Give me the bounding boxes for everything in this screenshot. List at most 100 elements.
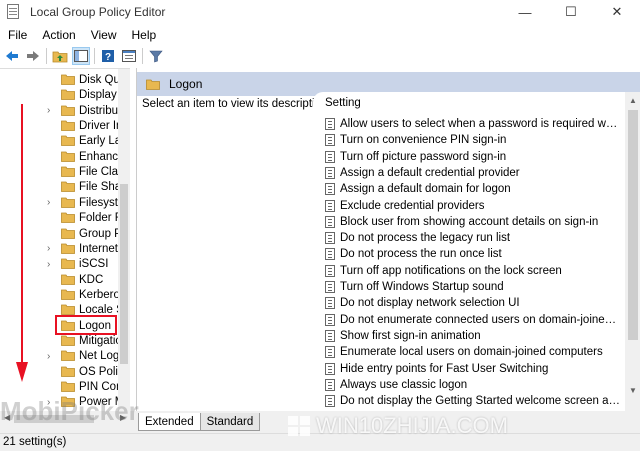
toolbar: ? — [0, 45, 640, 67]
maximize-button[interactable]: ☐ — [548, 0, 594, 24]
tree-scroll-thumb[interactable] — [120, 184, 128, 364]
setting-row[interactable]: Block user from showing account details … — [325, 214, 621, 230]
folder-icon — [61, 197, 75, 208]
setting-row[interactable]: Assign a default credential provider — [325, 165, 621, 181]
tree-item-label: Distribut — [79, 104, 118, 117]
setting-row[interactable]: Turn off app notifications on the lock s… — [325, 263, 621, 279]
expand-chevron-icon[interactable]: › — [47, 351, 55, 362]
settings-scroll-thumb[interactable] — [628, 110, 638, 340]
setting-row[interactable]: Exclude credential providers — [325, 198, 621, 214]
setting-label: Hide entry points for Fast User Switchin… — [340, 362, 549, 375]
setting-row[interactable]: Turn off Windows Startup sound — [325, 279, 621, 295]
tree-item[interactable]: Display — [0, 87, 118, 103]
navigation-tree: Disk Quo Display › Distribut Driver In Early … — [0, 68, 130, 411]
folder-icon — [61, 258, 75, 270]
policy-setting-icon — [325, 378, 335, 391]
policy-setting-icon — [325, 297, 335, 310]
folder-icon — [61, 350, 75, 362]
setting-row[interactable]: Do not process the run once list — [325, 246, 621, 262]
settings-scrollbar[interactable]: ▲ ▼ — [625, 92, 640, 411]
tree-item-label: PIN Com — [79, 381, 118, 393]
menu-view[interactable]: View — [83, 28, 124, 42]
properties-icon[interactable] — [120, 47, 138, 65]
setting-row[interactable]: Turn off picture password sign-in — [325, 149, 621, 165]
status-text: 21 setting(s) — [3, 436, 67, 448]
group-policy-app-icon — [6, 4, 22, 20]
setting-label: Exclude credential providers — [340, 199, 485, 212]
tab-standard[interactable]: Standard — [199, 413, 261, 431]
setting-label: Assign a default credential provider — [340, 166, 520, 179]
setting-label: Enumerate local users on domain-joined c… — [340, 346, 603, 359]
folder-icon — [61, 289, 75, 300]
policy-setting-icon — [325, 232, 335, 245]
windows-logo-icon — [288, 416, 310, 436]
folder-icon — [61, 151, 75, 162]
menu-help[interactable]: Help — [124, 28, 164, 42]
menu-bar: File Action View Help — [0, 25, 640, 45]
tree-item-label: Internet — [79, 242, 118, 255]
settings-list: Setting Allow users to select when a pas… — [313, 92, 640, 411]
tree-item-label: Kerberos — [79, 288, 118, 301]
expand-chevron-icon[interactable]: › — [47, 259, 55, 270]
expand-chevron-icon[interactable]: › — [47, 197, 55, 208]
policy-setting-icon — [325, 215, 335, 228]
setting-row[interactable]: Do not process the legacy run list — [325, 230, 621, 246]
setting-row[interactable]: Do not display the Getting Started welco… — [325, 393, 621, 409]
column-header-setting[interactable]: Setting — [325, 97, 361, 109]
setting-row[interactable]: Show first sign-in animation — [325, 328, 621, 344]
folder-icon — [61, 274, 75, 285]
scroll-up-icon[interactable]: ▲ — [625, 96, 640, 105]
setting-row[interactable]: Allow users to select when a password is… — [325, 116, 621, 132]
close-button[interactable]: ✕ — [594, 0, 640, 24]
setting-row[interactable]: Do not display network selection UI — [325, 295, 621, 311]
folder-icon — [61, 228, 75, 239]
setting-label: Always use classic logon — [340, 378, 468, 391]
tree-item[interactable]: Disk Quo — [0, 72, 118, 88]
setting-row[interactable]: Turn on convenience PIN sign-in — [325, 132, 621, 148]
tree-scrollbar[interactable] — [118, 69, 130, 411]
tree-item-label: File Shar — [79, 181, 118, 194]
watermark-win10zhijia-text: WIN10ZHIJIA.COM — [316, 413, 508, 438]
folder-icon — [146, 79, 160, 90]
red-down-arrow-icon — [16, 104, 28, 382]
help-icon[interactable]: ? — [99, 47, 117, 65]
folder-icon — [61, 74, 75, 85]
expand-chevron-icon[interactable]: › — [47, 105, 55, 116]
folder-icon — [61, 243, 75, 254]
folder-icon — [61, 181, 75, 193]
setting-row[interactable]: Enumerate local users on domain-joined c… — [325, 344, 621, 360]
policy-setting-icon — [325, 150, 335, 163]
tree-item-label: Driver In — [79, 120, 118, 133]
setting-label: Turn off picture password sign-in — [340, 150, 507, 163]
scroll-down-icon[interactable]: ▼ — [625, 386, 640, 395]
folder-icon — [61, 120, 75, 131]
tab-extended[interactable]: Extended — [138, 413, 201, 431]
minimize-button[interactable]: — — [502, 0, 548, 24]
up-folder-icon[interactable] — [51, 47, 69, 65]
tree-item-label: Folder R — [79, 212, 118, 225]
filter-icon[interactable] — [147, 47, 165, 65]
tree-item-label: Early Lau — [79, 135, 118, 148]
policy-setting-icon — [325, 395, 335, 408]
forward-arrow-icon[interactable] — [24, 47, 42, 65]
tree-item-label: Enhance — [79, 150, 118, 163]
folder-icon — [61, 335, 75, 346]
setting-row[interactable]: Always use classic logon — [325, 377, 621, 393]
menu-action[interactable]: Action — [34, 28, 82, 42]
show-hide-tree-icon[interactable] — [72, 47, 90, 65]
watermark-mobipicker: MobiPicker — [0, 396, 139, 426]
back-arrow-icon[interactable] — [3, 47, 21, 65]
menu-file[interactable]: File — [0, 28, 34, 42]
setting-label: Do not display network selection UI — [340, 297, 520, 310]
policy-setting-icon — [325, 199, 335, 212]
window-title: Local Group Policy Editor — [30, 5, 166, 19]
expand-chevron-icon[interactable]: › — [47, 243, 55, 254]
setting-row[interactable]: Hide entry points for Fast User Switchin… — [325, 361, 621, 377]
folder-icon — [61, 366, 75, 377]
tree-item-label: Mitigatio — [79, 334, 118, 347]
folder-icon — [61, 381, 75, 392]
watermark-win10zhijia: WIN10ZHIJIA.COM — [288, 413, 508, 439]
tree-item-label: Display — [79, 89, 117, 102]
setting-row[interactable]: Do not enumerate connected users on doma… — [325, 312, 621, 328]
setting-row[interactable]: Assign a default domain for logon — [325, 181, 621, 197]
